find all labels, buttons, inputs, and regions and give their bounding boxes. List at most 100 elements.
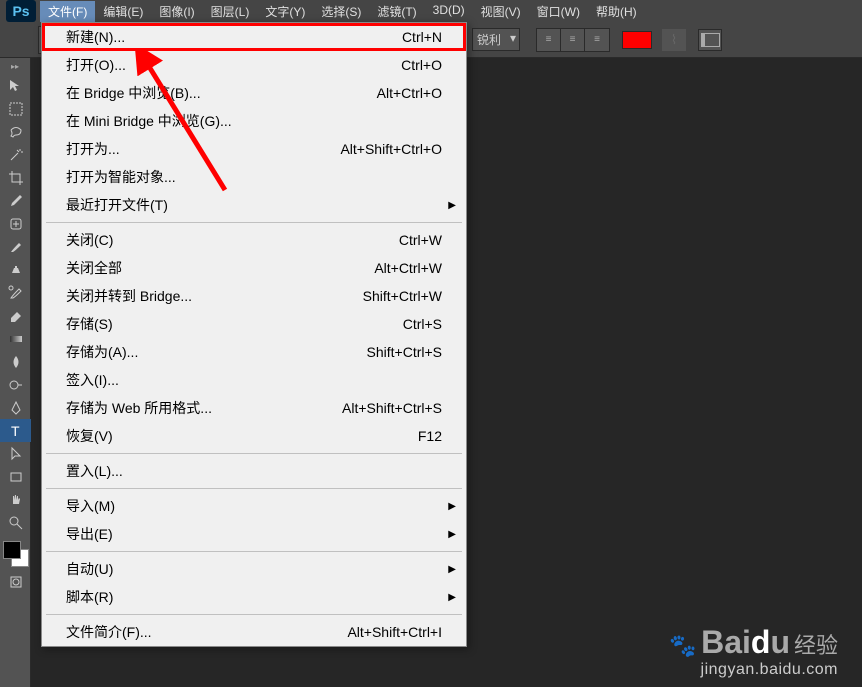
menu-0[interactable]: 文件(F) bbox=[40, 1, 95, 22]
menu-item-label: 关闭全部 bbox=[66, 258, 122, 278]
menu-item-11[interactable]: 存储(S)Ctrl+S bbox=[42, 310, 466, 338]
menu-item-5[interactable]: 打开为智能对象... bbox=[42, 163, 466, 191]
menu-item-shortcut: Alt+Shift+Ctrl+O bbox=[340, 141, 442, 157]
menu-item-10[interactable]: 关闭并转到 Bridge... Shift+Ctrl+W bbox=[42, 282, 466, 310]
menu-item-shortcut: Ctrl+N bbox=[402, 29, 442, 45]
menu-separator bbox=[46, 453, 462, 454]
menu-4[interactable]: 文字(Y) bbox=[257, 1, 313, 22]
move-tool[interactable] bbox=[0, 74, 31, 97]
menu-item-label: 打开(O)... bbox=[66, 55, 126, 75]
hand-tool[interactable] bbox=[0, 488, 31, 511]
menu-item-9[interactable]: 关闭全部 Alt+Ctrl+W bbox=[42, 254, 466, 282]
healing-brush-tool[interactable] bbox=[0, 212, 31, 235]
blur-tool[interactable] bbox=[0, 350, 31, 373]
menu-item-22[interactable]: 自动(U) ▶ bbox=[42, 555, 466, 583]
align-left-button[interactable]: ≡ bbox=[537, 29, 561, 51]
menu-8[interactable]: 视图(V) bbox=[473, 1, 529, 22]
brush-tool[interactable] bbox=[0, 235, 31, 258]
dodge-tool[interactable] bbox=[0, 373, 31, 396]
quickmask-tool[interactable] bbox=[0, 570, 31, 593]
warp-text-button[interactable]: ⌇ bbox=[662, 29, 686, 51]
toolbar-expand[interactable]: ▸▸ bbox=[0, 62, 30, 72]
history-brush-tool[interactable] bbox=[0, 281, 31, 304]
menu-item-label: 导出(E) bbox=[66, 524, 113, 544]
eyedropper-tool[interactable] bbox=[0, 189, 31, 212]
menu-item-shortcut: Shift+Ctrl+W bbox=[363, 288, 442, 304]
toolbar: ▸▸ T bbox=[0, 58, 31, 687]
crop-tool[interactable] bbox=[0, 166, 31, 189]
text-color-swatch[interactable] bbox=[622, 31, 652, 49]
path-selection-tool[interactable] bbox=[0, 442, 31, 465]
menu-item-25[interactable]: 文件简介(F)...Alt+Shift+Ctrl+I bbox=[42, 618, 466, 646]
clone-stamp-tool[interactable] bbox=[0, 258, 31, 281]
menu-6[interactable]: 滤镜(T) bbox=[369, 1, 424, 22]
lasso-tool[interactable] bbox=[0, 120, 31, 143]
menu-item-label: 存储为 Web 所用格式... bbox=[66, 398, 212, 418]
menu-item-15[interactable]: 恢复(V)F12 bbox=[42, 422, 466, 450]
menu-item-6[interactable]: 最近打开文件(T)▶ bbox=[42, 191, 466, 219]
menu-item-label: 打开为智能对象... bbox=[66, 167, 176, 187]
menu-separator bbox=[46, 551, 462, 552]
menu-item-20[interactable]: 导出(E)▶ bbox=[42, 520, 466, 548]
menu-item-label: 存储(S) bbox=[66, 314, 113, 334]
menu-1[interactable]: 编辑(E) bbox=[95, 1, 151, 22]
paw-icon: 🐾 bbox=[669, 633, 696, 658]
menu-item-label: 关闭并转到 Bridge... bbox=[66, 286, 192, 306]
align-center-button[interactable]: ≡ bbox=[561, 29, 585, 51]
submenu-arrow-icon: ▶ bbox=[448, 564, 456, 575]
color-tools[interactable] bbox=[0, 538, 30, 570]
svg-text:T: T bbox=[11, 423, 20, 439]
magic-wand-tool[interactable] bbox=[0, 143, 31, 166]
foreground-color[interactable] bbox=[3, 541, 21, 559]
menu-item-0[interactable]: 新建(N)...Ctrl+N bbox=[42, 23, 466, 51]
submenu-arrow-icon: ▶ bbox=[448, 200, 456, 211]
menu-item-shortcut: F12 bbox=[418, 428, 442, 444]
menu-item-shortcut: Ctrl+O bbox=[401, 57, 442, 73]
menu-item-14[interactable]: 存储为 Web 所用格式... Alt+Shift+Ctrl+S bbox=[42, 394, 466, 422]
menu-separator bbox=[46, 488, 462, 489]
eraser-tool[interactable] bbox=[0, 304, 31, 327]
menu-5[interactable]: 选择(S) bbox=[313, 1, 369, 22]
watermark: 🐾 Baidu经验 jingyan.baidu.com bbox=[669, 624, 838, 679]
rectangle-tool[interactable] bbox=[0, 465, 31, 488]
menu-10[interactable]: 帮助(H) bbox=[588, 1, 645, 22]
align-right-button[interactable]: ≡ bbox=[585, 29, 609, 51]
menu-3[interactable]: 图层(L) bbox=[203, 1, 258, 22]
menu-item-label: 打开为... bbox=[66, 139, 120, 159]
pen-tool[interactable] bbox=[0, 396, 31, 419]
antialias-select[interactable]: 锐利 bbox=[472, 28, 520, 51]
menu-item-3[interactable]: 在 Mini Bridge 中浏览(G)... bbox=[42, 107, 466, 135]
menu-item-1[interactable]: 打开(O)... Ctrl+O bbox=[42, 51, 466, 79]
menu-item-label: 关闭(C) bbox=[66, 230, 113, 250]
menu-item-shortcut: Alt+Shift+Ctrl+S bbox=[342, 400, 442, 416]
menu-7[interactable]: 3D(D) bbox=[425, 1, 473, 22]
zoom-tool[interactable] bbox=[0, 511, 31, 534]
menu-item-label: 自动(U) bbox=[66, 559, 113, 579]
menu-item-13[interactable]: 签入(I)... bbox=[42, 366, 466, 394]
menu-item-label: 置入(L)... bbox=[66, 461, 123, 481]
submenu-arrow-icon: ▶ bbox=[448, 501, 456, 512]
menu-item-4[interactable]: 打开为... Alt+Shift+Ctrl+O bbox=[42, 135, 466, 163]
menu-item-shortcut: Alt+Ctrl+O bbox=[377, 85, 442, 101]
text-align-group: ≡ ≡ ≡ bbox=[536, 28, 610, 52]
menu-item-label: 在 Bridge 中浏览(B)... bbox=[66, 83, 201, 103]
menu-item-17[interactable]: 置入(L)... bbox=[42, 457, 466, 485]
menu-separator bbox=[46, 614, 462, 615]
menu-item-label: 导入(M) bbox=[66, 496, 115, 516]
menu-item-8[interactable]: 关闭(C)Ctrl+W bbox=[42, 226, 466, 254]
menu-item-12[interactable]: 存储为(A)...Shift+Ctrl+S bbox=[42, 338, 466, 366]
submenu-arrow-icon: ▶ bbox=[448, 592, 456, 603]
marquee-tool[interactable] bbox=[0, 97, 31, 120]
menu-item-shortcut: Shift+Ctrl+S bbox=[367, 344, 442, 360]
menu-item-2[interactable]: 在 Bridge 中浏览(B)... Alt+Ctrl+O bbox=[42, 79, 466, 107]
menu-item-shortcut: Alt+Ctrl+W bbox=[374, 260, 442, 276]
character-panel-button[interactable] bbox=[698, 29, 722, 51]
menubar: Ps 文件(F)编辑(E)图像(I)图层(L)文字(Y)选择(S)滤镜(T)3D… bbox=[0, 0, 862, 22]
menu-item-23[interactable]: 脚本(R)▶ bbox=[42, 583, 466, 611]
file-menu-dropdown: 新建(N)...Ctrl+N 打开(O)... Ctrl+O 在 Bridge 中浏览… bbox=[41, 22, 467, 647]
menu-item-19[interactable]: 导入(M) ▶ bbox=[42, 492, 466, 520]
type-tool[interactable]: T bbox=[0, 419, 31, 442]
gradient-tool[interactable] bbox=[0, 327, 31, 350]
menu-9[interactable]: 窗口(W) bbox=[529, 1, 588, 22]
menu-2[interactable]: 图像(I) bbox=[151, 1, 202, 22]
